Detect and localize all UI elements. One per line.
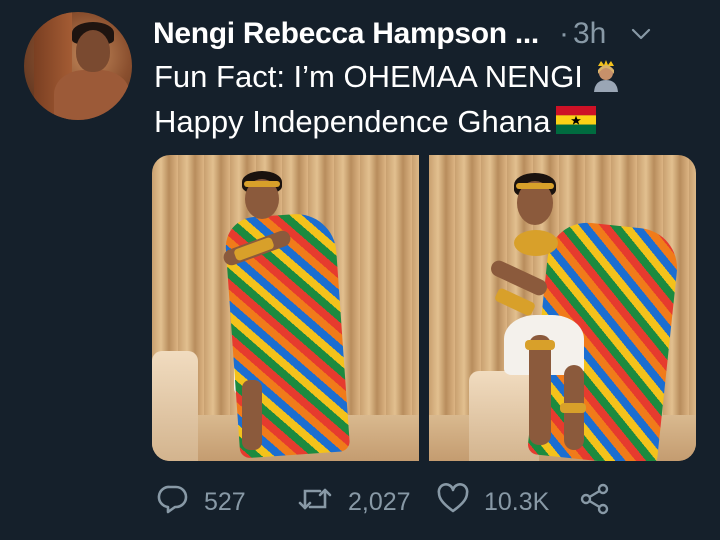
like-count: 10.3K <box>484 487 550 516</box>
reply-icon <box>156 482 190 523</box>
photo-anklet <box>560 403 586 413</box>
avatar-face <box>76 30 110 72</box>
photo-1[interactable] <box>152 155 419 461</box>
retweet-icon <box>296 482 334 523</box>
photo-leg <box>529 335 551 445</box>
media-grid <box>152 155 696 461</box>
photo-necklace <box>514 230 558 256</box>
tweet[interactable]: Nengi Rebecca Hampson ... · 3h Fun Fact:… <box>0 0 720 540</box>
timestamp[interactable]: 3h <box>573 17 606 51</box>
action-bar: 527 2,027 10.3K <box>156 480 618 524</box>
chevron-down-icon[interactable] <box>628 21 654 47</box>
photo-2[interactable] <box>429 155 696 461</box>
avatar[interactable] <box>24 12 132 120</box>
retweet-count: 2,027 <box>348 487 411 516</box>
photo-anklet <box>525 340 555 350</box>
separator-dot: · <box>558 17 569 50</box>
share-button[interactable] <box>578 482 618 523</box>
author-name[interactable]: Nengi Rebecca Hampson ... <box>153 17 539 51</box>
photo-leg <box>242 380 262 450</box>
photo-crown <box>516 183 554 189</box>
reply-count: 527 <box>204 487 246 516</box>
photo-chair <box>152 351 198 461</box>
tweet-text-line-2: Happy Independence Ghana <box>154 104 597 142</box>
ghana-flag-emoji <box>556 105 597 142</box>
retweet-button[interactable]: 2,027 <box>296 482 436 523</box>
tweet-text-1: Fun Fact: I’m OHEMAA NENGI <box>154 59 583 95</box>
tweet-text-line-1: Fun Fact: I’m OHEMAA NENGI <box>154 58 623 100</box>
reply-button[interactable]: 527 <box>156 482 296 523</box>
princess-emoji <box>589 58 623 100</box>
tweet-header: Nengi Rebecca Hampson ... · 3h <box>153 14 698 54</box>
heart-icon <box>436 482 470 523</box>
like-button[interactable]: 10.3K <box>436 482 578 523</box>
tweet-text-2: Happy Independence Ghana <box>154 104 551 139</box>
share-icon <box>578 482 612 523</box>
photo-crown <box>244 181 280 187</box>
avatar-body <box>54 70 130 120</box>
